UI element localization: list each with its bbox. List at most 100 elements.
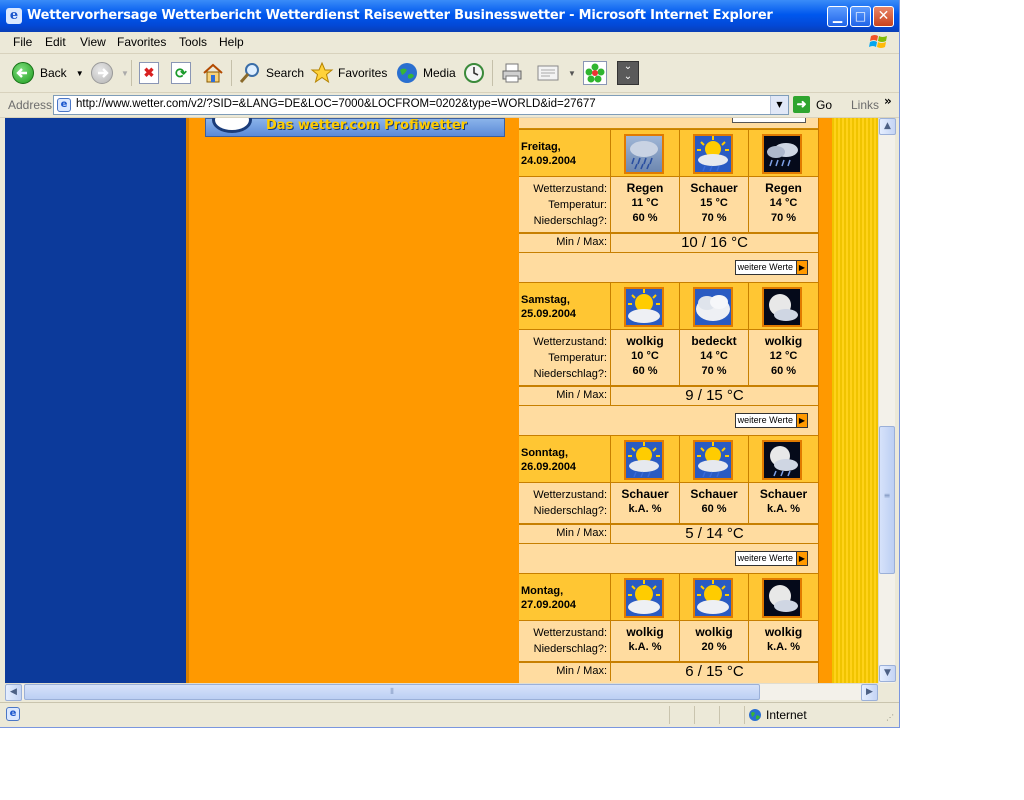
forecast-cell: Schauer 15 °C 70 % [679, 177, 748, 232]
links-label[interactable]: Links [851, 98, 879, 112]
condition-value: Schauer [621, 487, 669, 501]
maximize-button[interactable]: □ [850, 6, 871, 27]
more-values-button[interactable]: weitere Werte ▶ [734, 260, 808, 275]
stop-icon: ✖ [139, 62, 159, 84]
favorites-button[interactable]: Favorites [310, 60, 387, 86]
menu-file[interactable]: File [13, 35, 32, 49]
minmax-label: Min / Max: [556, 236, 607, 248]
sun-cloud-icon [693, 578, 733, 618]
resize-grip-icon[interactable]: ⋰ [886, 713, 894, 722]
scroll-up-icon[interactable]: ▲ [879, 118, 896, 135]
scroll-left-icon[interactable]: ◀ [5, 684, 22, 701]
night-shower-icon [762, 440, 802, 480]
forecast-cell: Schauer 60 % [679, 483, 748, 523]
back-button[interactable]: Back ▼ [12, 60, 84, 86]
temperature-value: 14 °C [769, 197, 798, 209]
banner-logo-icon [212, 118, 252, 133]
refresh-icon: ⟳ [171, 62, 191, 84]
condition-value: Regen [626, 181, 664, 195]
home-icon [203, 63, 223, 83]
page-icon: e [57, 98, 71, 112]
banner-text: Das wetter.com Profiwetter [266, 118, 468, 133]
scroll-down-icon[interactable]: ▼ [879, 665, 896, 682]
history-clock-icon [464, 63, 484, 83]
messenger-button[interactable] [583, 60, 607, 86]
star-icon [310, 61, 334, 84]
condition-value: bedeckt [691, 334, 737, 348]
night-cloud-icon [762, 287, 802, 327]
menu-favorites[interactable]: Favorites [117, 35, 166, 49]
refresh-button[interactable]: ⟳ [171, 60, 191, 86]
close-button[interactable]: ✕ [873, 6, 894, 27]
links-chevron-icon[interactable]: » [884, 94, 892, 108]
search-icon [239, 63, 259, 83]
address-dropdown-icon[interactable]: ▼ [770, 96, 788, 114]
status-bar: e Internet ⋰ [0, 702, 899, 726]
night-rain-icon [762, 134, 802, 174]
horizontal-scrollbar[interactable]: ◀ ⦀ ▶ [5, 683, 878, 701]
research-button[interactable]: ⌄ ⌄ [617, 60, 639, 86]
condition-label: Wetterzustand: [533, 489, 607, 501]
scroll-corner [878, 683, 895, 700]
minimize-button[interactable]: ▁ [827, 6, 848, 27]
condition-label: Wetterzustand: [533, 336, 607, 348]
day-forecast-saturday: Samstag, 25.09.2004 Wetterzustand: Tempe… [519, 282, 818, 435]
search-button[interactable]: Search [238, 60, 304, 86]
go-arrow-icon: ➜ [793, 96, 810, 113]
precip-value: k.A. % [766, 503, 800, 515]
forecast-cell: Regen 14 °C 70 % [748, 177, 818, 232]
edit-dropdown-icon[interactable]: ▼ [568, 69, 576, 78]
title-bar[interactable]: e Wettervorhersage Wetterbericht Wetterd… [0, 0, 899, 32]
menu-tools[interactable]: Tools [179, 35, 207, 49]
temperature-label: Temperatur: [548, 352, 607, 364]
forward-dropdown-icon[interactable]: ▼ [121, 69, 129, 78]
scroll-right-icon[interactable]: ▶ [861, 684, 878, 701]
profiwetter-banner[interactable]: Das wetter.com Profiwetter [205, 118, 505, 137]
print-button[interactable] [500, 60, 524, 86]
condition-label: Wetterzustand: [533, 627, 607, 639]
condition-value: wolkig [695, 625, 733, 639]
stop-button[interactable]: ✖ [139, 60, 159, 86]
condition-label: Wetterzustand: [533, 183, 607, 195]
day-name: Freitag, 24.09.2004 [521, 141, 577, 167]
page-content: Das wetter.com Profiwetter Freitag, 24.09… [5, 118, 878, 683]
status-zone-label: Internet [766, 708, 807, 722]
precipitation-label: Niederschlag?: [533, 368, 607, 380]
edit-button[interactable]: ▼ [536, 60, 576, 86]
browser-window: e Wettervorhersage Wetterbericht Wetterd… [0, 0, 900, 728]
menu-help[interactable]: Help [219, 35, 244, 49]
media-button[interactable]: Media [395, 60, 456, 86]
vertical-scroll-thumb[interactable]: ≡ [879, 426, 895, 574]
minmax-label: Min / Max: [556, 527, 607, 539]
home-button[interactable] [201, 60, 225, 86]
rain-icon [624, 134, 664, 174]
forecast-cell: Schauer k.A. % [748, 483, 818, 523]
horizontal-scroll-thumb[interactable]: ⦀ [24, 684, 760, 700]
menu-bar: File Edit View Favorites Tools Help [0, 32, 899, 54]
condition-value: Schauer [690, 487, 738, 501]
day-forecast-friday: Freitag, 24.09.2004 Wetterzustand: Tempe… [519, 129, 818, 282]
day-name: Samstag, 25.09.2004 [521, 294, 577, 320]
history-button[interactable] [462, 60, 486, 86]
address-input[interactable]: e http://www.wetter.com/v2/?SID=&LANG=DE… [53, 95, 789, 115]
more-values-button[interactable]: weitere Werte ▶ [734, 551, 808, 566]
menu-edit[interactable]: Edit [45, 35, 66, 49]
right-yellow-column [832, 118, 878, 683]
minimize-icon: ▁ [832, 9, 843, 23]
top-more-row [519, 118, 818, 129]
more-values-button[interactable]: weitere Werte ▶ [734, 413, 808, 428]
day-forecast-monday: Montag, 27.09.2004 Wetterzustand: Nieder… [519, 573, 818, 683]
sun-shower-icon [693, 440, 733, 480]
menu-view[interactable]: View [80, 35, 106, 49]
go-button[interactable]: ➜ Go [793, 96, 832, 113]
address-url[interactable]: http://www.wetter.com/v2/?SID=&LANG=DE&L… [76, 98, 596, 110]
precip-value: k.A. % [766, 641, 800, 653]
top-more-button[interactable] [732, 118, 806, 123]
forward-button[interactable]: ▼ [91, 60, 129, 86]
back-dropdown-icon[interactable]: ▼ [76, 69, 84, 78]
temperature-value: 14 °C [700, 350, 728, 362]
vertical-scrollbar[interactable]: ▲ ≡ ▼ [878, 118, 896, 683]
precip-value: 60 % [701, 503, 727, 515]
precip-value: 70 % [770, 212, 797, 224]
go-label: Go [816, 97, 833, 112]
